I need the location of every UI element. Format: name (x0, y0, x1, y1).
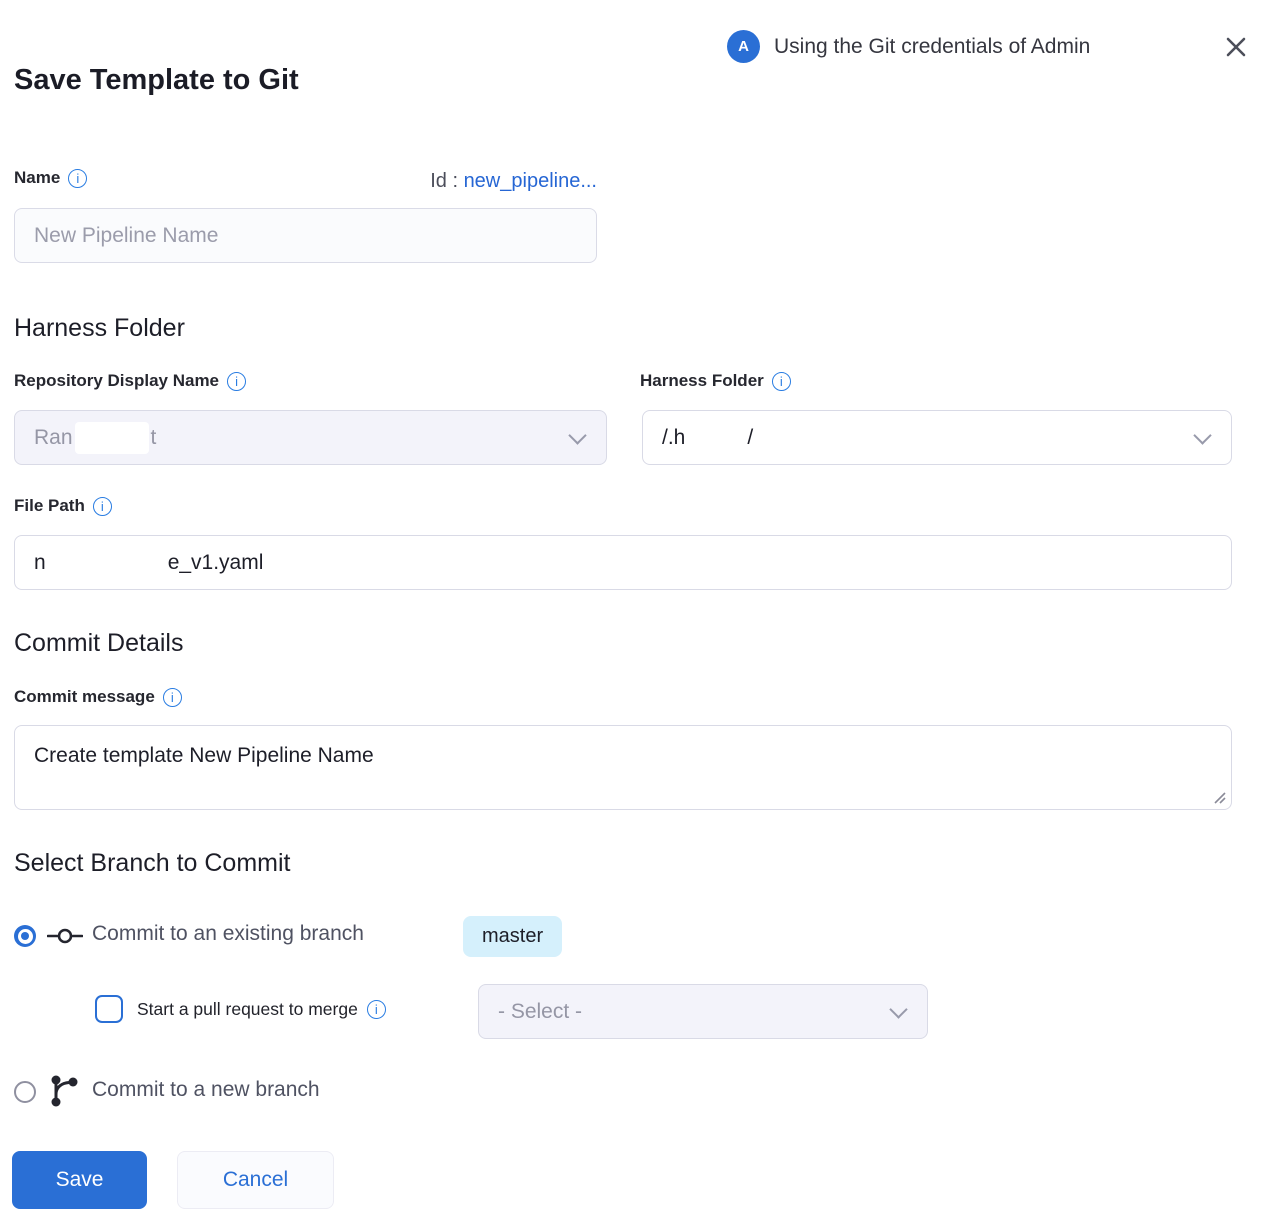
commit-message-label: Commit message (14, 687, 182, 707)
select-branch-heading: Select Branch to Commit (14, 849, 291, 878)
pull-request-target-select[interactable]: - Select - (478, 984, 928, 1039)
harness-folder-value: /.h / (662, 422, 753, 454)
harness-folder-label-text: Harness Folder (640, 371, 764, 391)
close-button[interactable] (1222, 33, 1250, 61)
template-id-line: Id : new_pipeline... (14, 170, 597, 193)
save-button[interactable]: Save (12, 1151, 147, 1209)
repository-label-text: Repository Display Name (14, 371, 219, 391)
start-pull-request-label: Start a pull request to merge (137, 999, 386, 1020)
harness-folder-label: Harness Folder (640, 371, 791, 391)
resize-grip-icon[interactable] (1211, 789, 1227, 805)
git-branch-icon (50, 1073, 78, 1109)
info-icon[interactable] (163, 688, 182, 707)
close-icon (1225, 36, 1247, 58)
radio-new-branch[interactable] (14, 1081, 36, 1103)
chevron-down-icon (1193, 426, 1211, 444)
pull-request-select-placeholder: - Select - (498, 1000, 582, 1024)
folder-value-start: /.h (662, 426, 685, 450)
file-path-value-start: n (34, 551, 46, 575)
start-pull-request-checkbox[interactable] (95, 995, 123, 1023)
avatar: A (727, 30, 760, 63)
redacted-area (46, 547, 168, 579)
new-branch-label: Commit to a new branch (92, 1078, 320, 1102)
avatar-initial: A (738, 38, 749, 55)
repository-label: Repository Display Name (14, 371, 246, 391)
radio-existing-branch[interactable] (14, 925, 36, 947)
commit-message-value: Create template New Pipeline Name (34, 744, 374, 768)
cancel-button[interactable]: Cancel (177, 1151, 334, 1209)
commit-message-label-text: Commit message (14, 687, 155, 707)
file-path-input[interactable]: n e_v1.yaml (14, 535, 1232, 590)
file-path-label: File Path (14, 496, 112, 516)
git-credentials-note: Using the Git credentials of Admin (774, 35, 1090, 59)
redacted-area (685, 422, 747, 454)
chevron-down-icon (568, 426, 586, 444)
info-icon[interactable] (367, 1000, 386, 1019)
redacted-area (75, 422, 149, 454)
file-path-value: n e_v1.yaml (34, 547, 263, 579)
commit-details-heading: Commit Details (14, 629, 183, 658)
info-icon[interactable] (93, 497, 112, 516)
save-button-label: Save (56, 1168, 104, 1192)
repository-select[interactable]: Ran t (14, 410, 607, 465)
harness-folder-heading: Harness Folder (14, 314, 185, 343)
cancel-button-label: Cancel (223, 1168, 288, 1192)
info-icon[interactable] (227, 372, 246, 391)
git-commit-icon (47, 928, 83, 944)
file-path-label-text: File Path (14, 496, 85, 516)
info-icon[interactable] (772, 372, 791, 391)
commit-message-textarea[interactable]: Create template New Pipeline Name (14, 725, 1232, 810)
folder-value-end: / (747, 426, 753, 450)
dialog-title: Save Template to Git (14, 64, 299, 97)
file-path-value-end: e_v1.yaml (168, 551, 264, 575)
repository-value-end: t (151, 426, 157, 450)
template-id-link[interactable]: new_pipeline... (464, 170, 597, 192)
save-template-to-git-dialog: A Using the Git credentials of Admin Sav… (0, 0, 1280, 1226)
branch-tag-text: master (482, 925, 543, 948)
branch-tag[interactable]: master (463, 916, 562, 957)
name-input[interactable] (14, 208, 597, 263)
repository-value-start: Ran (34, 426, 73, 450)
chevron-down-icon (889, 1000, 907, 1018)
harness-folder-select[interactable]: /.h / (642, 410, 1232, 465)
repository-value: Ran t (34, 422, 156, 454)
id-label: Id : (430, 170, 458, 192)
start-pull-request-label-text: Start a pull request to merge (137, 999, 358, 1020)
existing-branch-label: Commit to an existing branch (92, 922, 364, 946)
